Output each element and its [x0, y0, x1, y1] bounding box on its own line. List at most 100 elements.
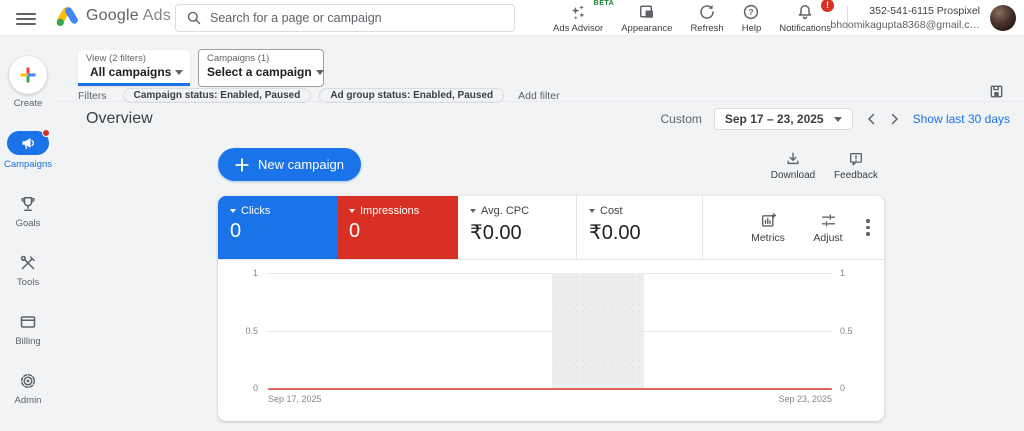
- clicks-label: Clicks: [241, 205, 271, 217]
- date-controls: Custom Sep 17 – 23, 2025 Show last 30 da…: [661, 108, 1010, 130]
- adjust-button[interactable]: Adjust: [802, 211, 854, 244]
- sidebar-item-billing[interactable]: Billing: [15, 288, 41, 347]
- google-ads-app: GoogleAds BETA Ads Advisor: [0, 0, 1024, 431]
- view-selector-label: View (2 filters): [86, 53, 147, 64]
- svg-text:?: ?: [749, 7, 754, 17]
- account-info[interactable]: 352-541-6115 Prospixel bhoomikagupta8368…: [830, 5, 980, 33]
- ads-advisor-button[interactable]: BETA Ads Advisor: [544, 0, 615, 34]
- sidebar-label-campaigns: Campaigns: [3, 159, 53, 170]
- filter-chip-adgroup-status[interactable]: Ad group status: Enabled, Paused: [319, 88, 505, 103]
- download-label: Download: [770, 170, 816, 181]
- ads-advisor-label: Ads Advisor: [553, 23, 604, 34]
- sidebar-label-goals: Goals: [15, 218, 41, 229]
- performance-chart: 1 0.5 0 1 0.5 0 Sep 17, 2025 Sep 23, 202…: [218, 260, 884, 420]
- sparkle-icon: [572, 5, 585, 20]
- help-icon: ?: [744, 4, 759, 20]
- page-header: Overview Custom Sep 17 – 23, 2025 Show l…: [56, 102, 1024, 136]
- brand-text: Google Ads: [86, 7, 171, 24]
- view-selector[interactable]: View (2 filters) All campaigns: [78, 50, 190, 86]
- metrics-button[interactable]: Metrics: [742, 211, 794, 244]
- adjust-sliders-icon: [821, 214, 835, 226]
- overview-card: Clicks 0 Impressions 0 Avg. CPC ₹0.00 Co…: [218, 196, 884, 421]
- filter-chip-row: Filters Campaign status: Enabled, Paused…: [78, 88, 560, 103]
- global-search[interactable]: [175, 4, 515, 32]
- filters-label: Filters: [78, 89, 107, 102]
- top-bar: GoogleAds BETA Ads Advisor: [0, 0, 1024, 36]
- metric-caret-icon: [470, 209, 476, 213]
- google-ads-logo: Google Ads: [55, 4, 171, 28]
- metric-card-cost[interactable]: Cost ₹0.00: [577, 196, 703, 259]
- y-tick-left-0: 0: [252, 383, 258, 393]
- beta-badge: BETA: [593, 0, 615, 7]
- campaign-selector-value: Select a campaign: [207, 65, 312, 79]
- x-axis-end-label: Sep 23, 2025: [778, 394, 832, 404]
- y-tick-left-0-5: 0.5: [245, 326, 258, 336]
- appearance-button[interactable]: Appearance: [612, 3, 681, 34]
- more-options-icon[interactable]: [866, 219, 870, 236]
- custom-range-label: Custom: [660, 112, 702, 126]
- sidebar: Create Campaigns Goals Tools Billing Adm…: [0, 36, 56, 431]
- sidebar-item-create[interactable]: Create: [9, 36, 47, 109]
- gear-icon: [20, 373, 36, 389]
- feedback-button[interactable]: Feedback: [826, 150, 886, 181]
- sidebar-item-tools[interactable]: Tools: [17, 229, 39, 288]
- sidebar-item-goals[interactable]: Goals: [15, 170, 41, 229]
- new-campaign-button[interactable]: New campaign: [218, 148, 361, 181]
- cost-label: Cost: [600, 205, 623, 217]
- clicks-value: 0: [230, 220, 242, 242]
- series-line-zero: [268, 388, 832, 390]
- campaign-selector-label: Campaigns (1): [207, 53, 270, 64]
- add-filter-button[interactable]: Add filter: [518, 90, 559, 102]
- plus-icon: [20, 67, 36, 83]
- save-view-button[interactable]: [989, 84, 1004, 104]
- save-icon: [990, 85, 1003, 98]
- account-id: 352-541-6115 Prospixel: [869, 5, 980, 17]
- impressions-value: 0: [349, 220, 361, 242]
- tools-icon: [20, 255, 35, 270]
- y-tick-right-0: 0: [840, 383, 846, 393]
- appearance-label: Appearance: [621, 23, 673, 34]
- metrics-button-label: Metrics: [751, 232, 785, 244]
- filter-chip-campaign-status[interactable]: Campaign status: Enabled, Paused: [122, 88, 312, 103]
- search-icon: [187, 11, 201, 25]
- credit-card-icon: [20, 316, 36, 328]
- date-range-selector[interactable]: Sep 17 – 23, 2025: [713, 108, 853, 130]
- account-email: bhoomikagupta8368@gmail.c…: [830, 18, 980, 31]
- gridline-1: [268, 273, 832, 274]
- campaign-selector[interactable]: Campaigns (1) Select a campaign: [198, 49, 324, 87]
- y-tick-left-1: 1: [252, 268, 258, 278]
- dropdown-caret-icon: [315, 69, 324, 75]
- next-period-button[interactable]: [889, 113, 901, 125]
- menu-icon[interactable]: [16, 10, 36, 26]
- create-button[interactable]: [9, 56, 47, 94]
- refresh-icon: [700, 4, 714, 19]
- metric-card-avg-cpc[interactable]: Avg. CPC ₹0.00: [458, 196, 577, 259]
- campaigns-alert-dot: [42, 129, 50, 137]
- view-selector-value: All campaigns: [90, 65, 172, 79]
- chart-plot-area: [268, 273, 832, 390]
- download-button[interactable]: Download: [763, 150, 823, 181]
- sidebar-label-create: Create: [13, 98, 43, 109]
- metric-strip-actions: Metrics Adjust: [703, 196, 884, 259]
- trophy-icon: [21, 197, 35, 211]
- plus-icon: [235, 157, 249, 172]
- help-button[interactable]: ? Help: [733, 3, 771, 34]
- metric-card-clicks[interactable]: Clicks 0: [218, 196, 337, 259]
- sidebar-item-campaigns[interactable]: Campaigns: [4, 109, 52, 170]
- appearance-icon: [639, 5, 653, 18]
- avg-cpc-label: Avg. CPC: [481, 205, 530, 217]
- page-title: Overview: [86, 110, 153, 127]
- metric-strip: Clicks 0 Impressions 0 Avg. CPC ₹0.00 Co…: [218, 196, 884, 260]
- show-last-30-days-link[interactable]: Show last 30 days: [913, 112, 1010, 126]
- sidebar-label-admin: Admin: [14, 395, 42, 406]
- sidebar-item-admin[interactable]: Admin: [14, 347, 42, 406]
- google-ads-triangle-icon: [56, 7, 78, 26]
- avatar[interactable]: [990, 5, 1016, 31]
- sidebar-label-billing: Billing: [15, 336, 41, 347]
- sidebar-label-tools: Tools: [16, 277, 40, 288]
- previous-period-button[interactable]: [865, 113, 877, 125]
- search-input[interactable]: [210, 11, 504, 25]
- metric-card-impressions[interactable]: Impressions 0: [337, 196, 458, 259]
- refresh-button[interactable]: Refresh: [681, 3, 732, 34]
- campaigns-pill[interactable]: [7, 129, 50, 155]
